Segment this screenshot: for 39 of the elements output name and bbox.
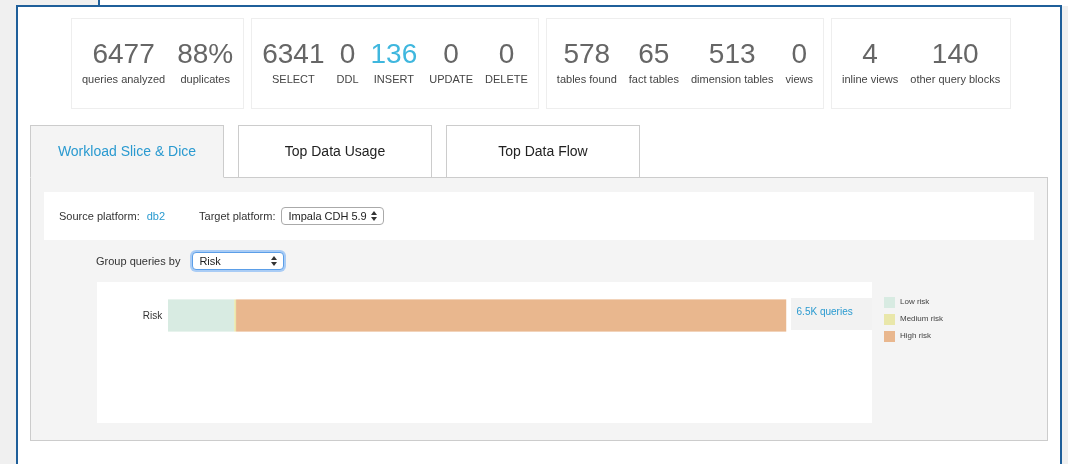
stat-value: 578 (563, 37, 611, 71)
stat-value: 65 (638, 37, 670, 71)
target-label: Target platform: (199, 208, 276, 224)
stat-label: UPDATE (429, 72, 474, 87)
stat-value: 136 (370, 37, 418, 71)
group-by-label: Group queries by (96, 253, 181, 269)
legend-label: Medium risk (900, 313, 944, 325)
stat-label: dimension tables (690, 72, 774, 87)
legend-label: Low risk (900, 296, 930, 308)
stat-label: SELECT (271, 72, 315, 87)
stat-label: tables found (556, 72, 617, 87)
stat-label: duplicates (180, 72, 230, 87)
stat-label: DDL (336, 72, 359, 87)
stat-value: 0 (339, 37, 356, 71)
target-platform-select[interactable]: Impala CDH 5.9 (281, 207, 384, 225)
stat-label: inline views (842, 72, 899, 87)
stat-label: fact tables (628, 72, 679, 87)
legend-label: High risk (900, 330, 932, 342)
stat-label: INSERT (373, 72, 414, 87)
stepper-icon (271, 256, 278, 266)
tab[interactable]: Top Data Usage (238, 125, 432, 178)
stat-value: 513 (708, 37, 756, 71)
tab[interactable]: Top Data Flow (446, 125, 640, 178)
stat-value: 0 (791, 37, 808, 71)
stepper-icon (370, 211, 377, 221)
stat-value: 6341 (262, 37, 325, 71)
source-label: Source platform: (59, 208, 140, 224)
stat-value: 88% (177, 37, 234, 71)
group-by-select[interactable]: Risk (192, 252, 285, 270)
row-label: Risk (141, 309, 164, 323)
stat-label: views (785, 72, 813, 87)
stat-value: 6477 (92, 37, 155, 71)
stat-value: 4 (862, 37, 878, 71)
stat-label: queries analyzed (82, 72, 166, 87)
stat-value: 140 (931, 37, 979, 71)
stat-value: 0 (498, 37, 515, 71)
stat-value: 0 (443, 37, 459, 71)
stat-label: other query blocks (910, 72, 1001, 87)
stat-label: DELETE (485, 72, 528, 87)
